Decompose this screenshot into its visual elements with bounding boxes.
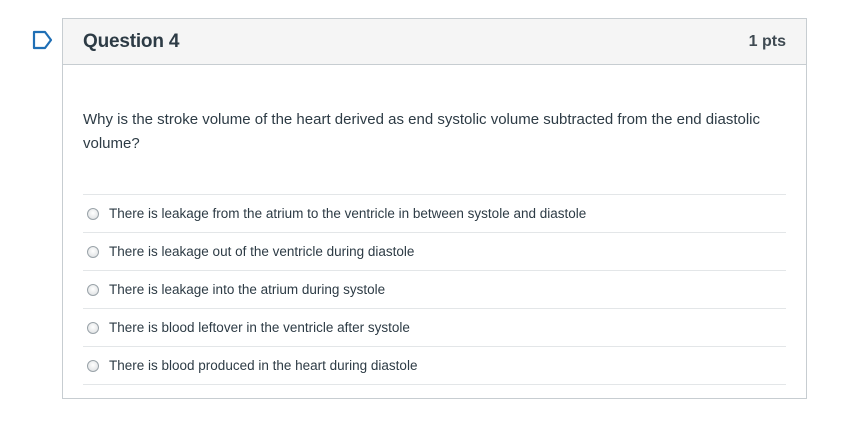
question-title: Question 4 — [83, 30, 180, 52]
answer-radio[interactable] — [87, 321, 99, 334]
question-body: Why is the stroke volume of the heart de… — [63, 65, 806, 385]
question-header: Question 4 1 pts — [63, 19, 806, 65]
answer-option[interactable]: There is blood produced in the heart dur… — [83, 347, 786, 385]
answer-radio[interactable] — [87, 207, 99, 220]
answer-option[interactable]: There is leakage out of the ventricle du… — [83, 233, 786, 271]
answer-option[interactable]: There is leakage into the atrium during … — [83, 271, 786, 309]
answer-label[interactable]: There is blood leftover in the ventricle… — [109, 320, 410, 335]
answer-radio[interactable] — [87, 359, 99, 372]
answer-label[interactable]: There is leakage out of the ventricle du… — [109, 244, 414, 259]
question-text: Why is the stroke volume of the heart de… — [83, 111, 760, 152]
answer-option[interactable]: There is leakage from the atrium to the … — [83, 195, 786, 233]
answer-radio[interactable] — [87, 283, 99, 296]
answer-label[interactable]: There is leakage into the atrium during … — [109, 282, 385, 297]
answer-option[interactable]: There is blood leftover in the ventricle… — [83, 309, 786, 347]
answer-label[interactable]: There is blood produced in the heart dur… — [109, 358, 417, 373]
flag-question-icon[interactable] — [32, 30, 54, 50]
question-card: Question 4 1 pts Why is the stroke volum… — [62, 18, 807, 399]
answer-list: There is leakage from the atrium to the … — [83, 194, 786, 385]
quiz-page: Question 4 1 pts Why is the stroke volum… — [0, 0, 854, 422]
question-points: 1 pts — [748, 32, 786, 50]
answer-label[interactable]: There is leakage from the atrium to the … — [109, 206, 586, 221]
answer-radio[interactable] — [87, 245, 99, 258]
